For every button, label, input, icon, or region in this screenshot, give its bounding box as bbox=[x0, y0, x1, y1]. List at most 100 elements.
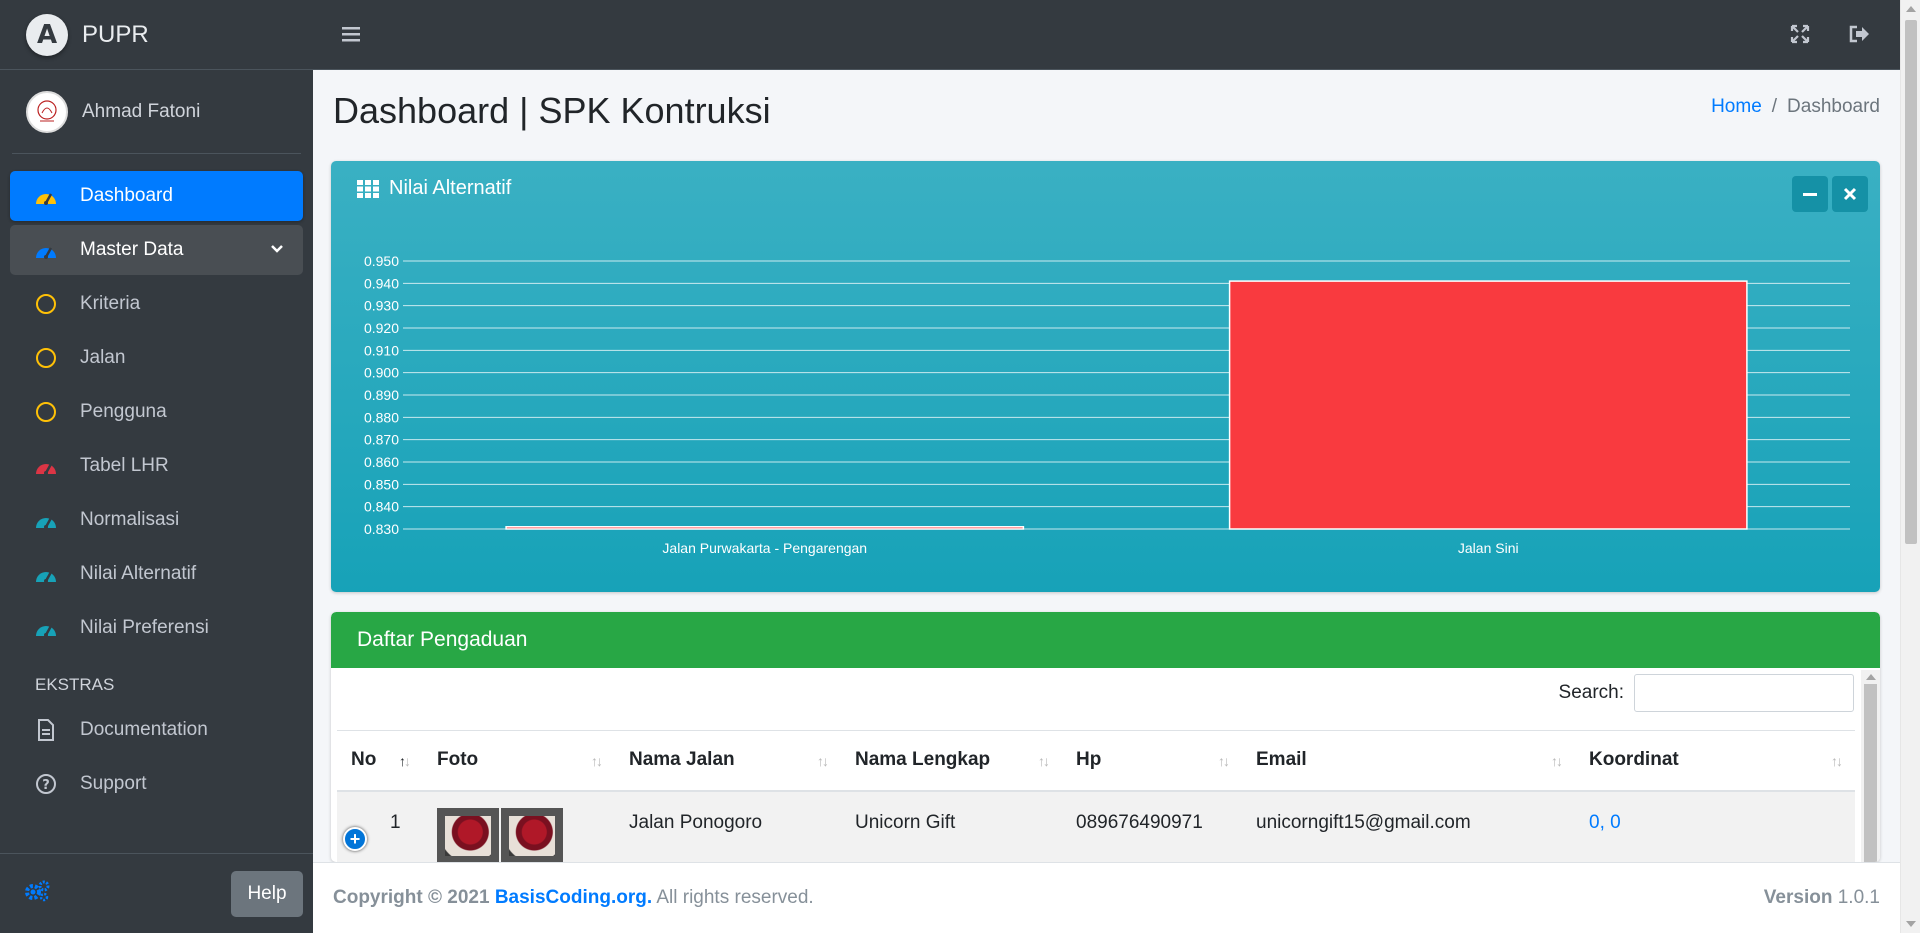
y-tick-label: 0.850 bbox=[364, 476, 399, 492]
sidebar-item-tabel-lhr[interactable]: Tabel LHR bbox=[10, 441, 303, 491]
x-tick-label: Jalan Purwakarta - Pengarengan bbox=[662, 540, 867, 556]
y-tick-label: 0.920 bbox=[364, 320, 399, 336]
sidebar-item-label: Normalisasi bbox=[80, 509, 180, 530]
breadcrumb: Home / Dashboard bbox=[1711, 96, 1880, 118]
brand-link[interactable]: A PUPR bbox=[0, 0, 313, 70]
bar-chart: 0.950 0.940 0.930 0.920 0.910 0.900 0.890 0.880… bbox=[364, 253, 1850, 556]
brand-name: PUPR bbox=[82, 20, 149, 48]
sidebar-item-label: Documentation bbox=[80, 719, 208, 740]
cell-koordinat: 0, 0 bbox=[1575, 790, 1855, 862]
column-header-nama-lengkap[interactable]: Nama Lengkap ↑↓ bbox=[841, 730, 1062, 792]
sidebar-footer: Help bbox=[0, 853, 313, 933]
y-tick-label: 0.830 bbox=[364, 521, 399, 537]
tachometer-icon bbox=[34, 562, 58, 586]
chart-bar bbox=[1228, 280, 1748, 530]
chevron-down-icon bbox=[271, 245, 283, 253]
column-header-hp[interactable]: Hp ↑↓ bbox=[1062, 730, 1242, 792]
table-header-row: No ↑↓ Foto ↑↓ Nama Jalan ↑↓ Nama Lengkap ↑↓ … bbox=[337, 730, 1855, 792]
tachometer-icon bbox=[34, 454, 58, 478]
scroll-down-arrow[interactable] bbox=[1906, 921, 1916, 927]
column-header-nama-jalan[interactable]: Nama Jalan ↑↓ bbox=[615, 730, 841, 792]
sidebar-item-documentation[interactable]: Documentation bbox=[10, 705, 303, 755]
column-header-foto[interactable]: Foto ↑↓ bbox=[423, 730, 615, 792]
sidebar-item-jalan[interactable]: Jalan bbox=[10, 333, 303, 383]
version-info: Version 1.0.1 bbox=[1764, 887, 1880, 909]
svg-text:?: ? bbox=[42, 778, 50, 793]
content-header: Dashboard | SPK Kontruksi Home / Dashboard bbox=[333, 88, 1880, 138]
sidebar-item-master-data[interactable]: Master Data bbox=[10, 225, 303, 275]
avatar bbox=[26, 90, 68, 133]
user-panel[interactable]: Ahmad Fatoni bbox=[12, 70, 301, 154]
sidebar-item-normalisasi[interactable]: Normalisasi bbox=[10, 495, 303, 545]
photo-thumbnail[interactable] bbox=[437, 807, 499, 862]
y-tick-label: 0.860 bbox=[364, 454, 399, 470]
question-circle-icon: ? bbox=[34, 772, 58, 796]
sidebar-item-support[interactable]: ? Support bbox=[10, 759, 303, 809]
sidebar-item-nilai-alternatif[interactable]: Nilai Alternatif bbox=[10, 549, 303, 599]
column-header-email[interactable]: Email ↑↓ bbox=[1242, 730, 1575, 792]
sidebar-item-label: Tabel LHR bbox=[80, 455, 169, 476]
sort-icon: ↑↓ bbox=[1038, 753, 1050, 769]
nav-header-ekstras: EKSTRAS bbox=[35, 675, 115, 694]
fullscreen-icon[interactable] bbox=[1790, 24, 1810, 44]
table-scrollbar[interactable] bbox=[1861, 670, 1880, 862]
sidebar-item-label: Support bbox=[80, 773, 147, 794]
help-button[interactable]: Help bbox=[231, 870, 303, 917]
chart-card: Nilai Alternatif 0.950 0.940 0.930 0.920 0.9… bbox=[331, 161, 1880, 592]
sort-icon: ↑↓ bbox=[1831, 753, 1843, 769]
tachometer-icon bbox=[34, 616, 58, 640]
logout-icon[interactable] bbox=[1848, 24, 1870, 44]
scroll-up-arrow[interactable] bbox=[1866, 674, 1876, 680]
y-tick-label: 0.870 bbox=[364, 432, 399, 448]
tachometer-icon bbox=[34, 184, 58, 208]
breadcrumb-current: Dashboard bbox=[1787, 96, 1880, 117]
page-scrollbar[interactable] bbox=[1900, 0, 1920, 933]
footer-site-link[interactable]: BasisCoding.org. bbox=[495, 887, 652, 908]
sidebar-item-dashboard[interactable]: Dashboard bbox=[10, 171, 303, 221]
y-tick-label: 0.880 bbox=[364, 409, 399, 425]
koordinat-link[interactable]: 0, 0 bbox=[1589, 812, 1621, 833]
y-tick-label: 0.940 bbox=[364, 275, 399, 291]
sidebar-item-pengguna[interactable]: Pengguna bbox=[10, 387, 303, 437]
gears-icon[interactable] bbox=[24, 880, 50, 907]
sidebar-item-label: Jalan bbox=[80, 347, 126, 368]
scroll-up-arrow[interactable] bbox=[1906, 6, 1916, 12]
user-name[interactable]: Ahmad Fatoni bbox=[82, 101, 200, 123]
y-tick-label: 0.950 bbox=[364, 253, 399, 269]
sort-icon: ↑↓ bbox=[1551, 753, 1563, 769]
cell-foto bbox=[423, 790, 615, 862]
sidebar-item-label: Pengguna bbox=[80, 401, 167, 422]
circle-icon bbox=[34, 346, 58, 370]
table-card: Daftar Pengaduan Search: No ↑↓ Foto ↑↓ Nam… bbox=[331, 612, 1880, 862]
copyright-prefix: Copyright © 2021 bbox=[333, 887, 490, 908]
cell-nama-lengkap: Unicorn Gift bbox=[841, 790, 1062, 862]
search-area: Search: bbox=[1559, 674, 1854, 712]
sidebar-item-kriteria[interactable]: Kriteria bbox=[10, 279, 303, 329]
cell-email: unicorngift15@gmail.com bbox=[1242, 790, 1575, 862]
y-tick-label: 0.930 bbox=[364, 298, 399, 314]
sidebar-nav: Dashboard Master Data Kriteria Jalan Pen… bbox=[0, 171, 313, 809]
column-header-koordinat[interactable]: Koordinat ↑↓ bbox=[1575, 730, 1855, 792]
sidebar-item-label: Nilai Alternatif bbox=[80, 563, 197, 584]
circle-icon bbox=[34, 400, 58, 424]
y-tick-label: 0.910 bbox=[364, 342, 399, 358]
breadcrumb-home-link[interactable]: Home bbox=[1711, 96, 1762, 117]
cell-nama-jalan: Jalan Ponogoro bbox=[615, 790, 841, 862]
photo-thumbnail[interactable] bbox=[501, 807, 563, 862]
search-input[interactable] bbox=[1634, 674, 1854, 712]
sidebar: A PUPR Ahmad Fatoni Dashboard Master Dat… bbox=[0, 0, 313, 933]
brand-logo: A bbox=[26, 13, 68, 56]
sort-icon: ↑↓ bbox=[591, 753, 603, 769]
cell-no: 1 bbox=[337, 790, 423, 862]
footer: Copyright © 2021 BasisCoding.org. All ri… bbox=[313, 862, 1900, 933]
sort-icon: ↑↓ bbox=[817, 753, 829, 769]
cell-hp: 089676490971 bbox=[1062, 790, 1242, 862]
page-title: Dashboard | SPK Kontruksi bbox=[333, 90, 771, 131]
row-expand-button[interactable]: + bbox=[343, 827, 367, 851]
column-header-no[interactable]: No ↑↓ bbox=[337, 730, 423, 792]
scroll-thumb[interactable] bbox=[1905, 20, 1917, 544]
hamburger-menu-icon[interactable] bbox=[341, 24, 361, 44]
sidebar-item-nilai-preferensi[interactable]: Nilai Preferensi bbox=[10, 603, 303, 653]
scroll-thumb[interactable] bbox=[1864, 684, 1877, 862]
sidebar-item-label: Kriteria bbox=[80, 293, 141, 314]
